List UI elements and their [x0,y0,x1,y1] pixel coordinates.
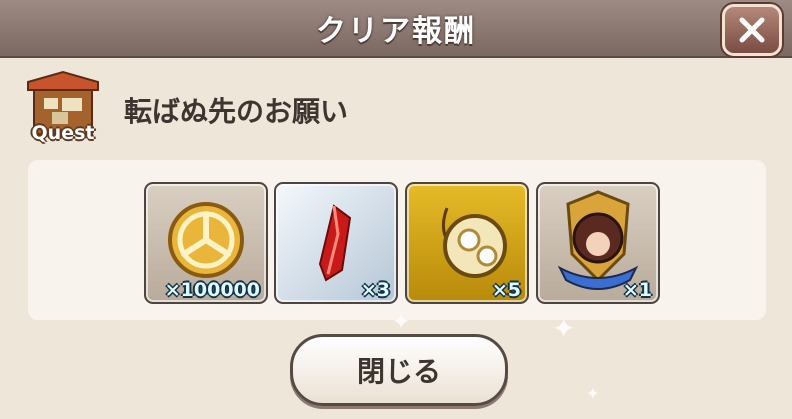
quest-name: 転ばぬ先のお願い [124,95,349,128]
quest-icon-label: Quest [31,122,95,144]
reward-item[interactable]: ×100000 [144,182,268,304]
close-dialog-label: 閉じる [356,355,441,388]
close-button[interactable] [722,4,782,56]
reward-dialog: クリア報酬 Quest 転ばぬ先のお願い ×100000 ×3 ×5 ×1 閉じ… [0,0,792,419]
reward-item[interactable]: ×5 [405,182,529,304]
dialog-title: クリア報酬 [316,14,476,49]
close-dialog-button[interactable]: 閉じる [290,334,508,406]
sparkle-icon: ✦ [552,312,576,345]
sparkle-icon: ✦ [392,310,411,335]
reward-item[interactable]: ×1 [536,182,660,304]
reward-count: ×3 [360,279,390,301]
sparkle-icon: ✦ [586,384,600,403]
dialog-title-bar: クリア報酬 [0,0,792,58]
reward-count: ×100000 [164,279,260,301]
close-x-icon [739,17,765,43]
reward-count: ×1 [622,279,652,301]
reward-count: ×5 [491,279,521,301]
reward-item[interactable]: ×3 [274,182,398,304]
